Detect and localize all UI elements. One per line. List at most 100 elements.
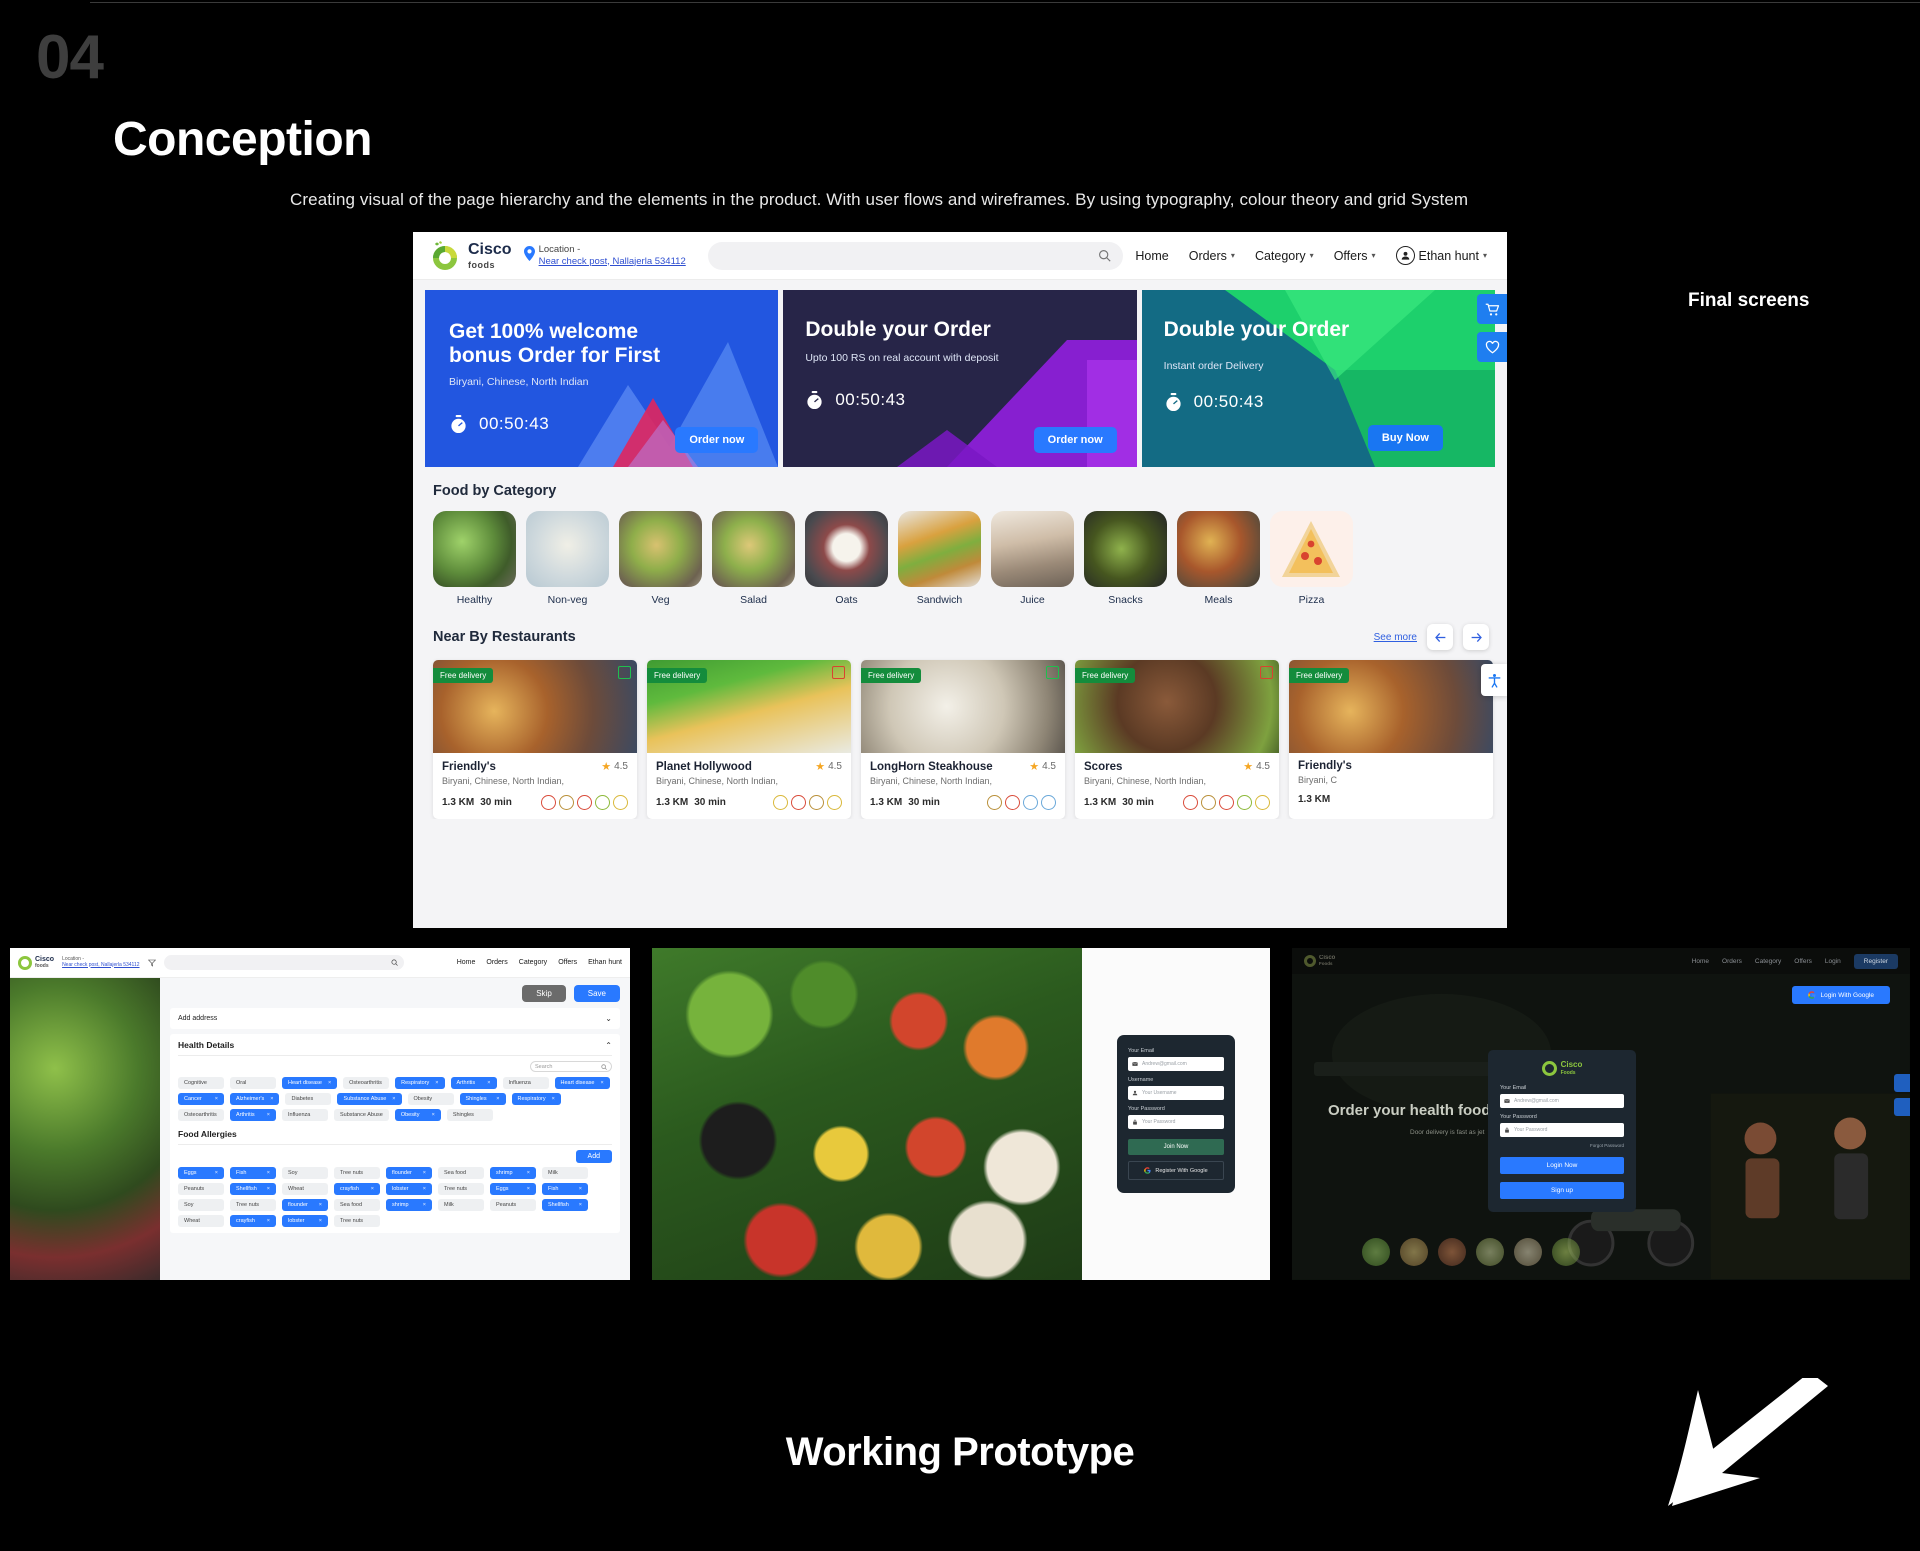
health-chip[interactable]: Osteoarthritis	[343, 1077, 390, 1089]
register-button[interactable]: Register	[1853, 953, 1898, 969]
chip-remove-icon[interactable]: ×	[215, 1096, 218, 1102]
nav-item-offers[interactable]: Offers ▾	[1334, 249, 1376, 263]
forgot-password-link[interactable]: Forgot Password	[1500, 1143, 1624, 1148]
chip-remove-icon[interactable]: ×	[328, 1080, 331, 1086]
category-item-sandwich[interactable]: Sandwich	[898, 511, 981, 606]
nav-item-offers[interactable]: Offers	[1794, 958, 1812, 965]
allergy-chip[interactable]: flounder ×	[386, 1167, 432, 1179]
location-value[interactable]: Near check post, Nallajerla 534112	[62, 962, 139, 969]
health-chip[interactable]: Substance Abuse	[334, 1109, 389, 1121]
password-field[interactable]: Your Password	[1500, 1123, 1624, 1137]
chip-remove-icon[interactable]: ×	[270, 1096, 273, 1102]
allergy-chip[interactable]: flounder ×	[282, 1199, 328, 1211]
user-menu[interactable]: Ethan hunt ▾	[1395, 246, 1487, 265]
banner-cta-button[interactable]: Buy Now	[1367, 425, 1443, 451]
restaurant-card[interactable]: Free delivery Friendly's Biryani, C 1.3 …	[1289, 660, 1493, 819]
health-chip[interactable]: Cognitive	[178, 1077, 224, 1089]
health-chip[interactable]: Cancer ×	[178, 1093, 224, 1105]
login-with-google-button[interactable]: Login With Google	[1791, 986, 1890, 1004]
restaurant-card[interactable]: Free delivery Scores ★ 4.5 Biryani, Chine…	[1075, 660, 1279, 819]
category-item-veg[interactable]: Veg	[619, 511, 702, 606]
health-chip[interactable]: Substance Abuse ×	[337, 1093, 402, 1105]
email-field[interactable]: Andrew@gmail.com	[1128, 1057, 1224, 1071]
allergy-chip[interactable]: crayfish ×	[334, 1183, 380, 1195]
user-menu[interactable]: Ethan hunt	[588, 959, 622, 966]
allergy-chip[interactable]: Eggs ×	[490, 1183, 536, 1195]
chip-remove-icon[interactable]: ×	[423, 1202, 426, 1208]
category-thumbnail[interactable]	[1514, 1238, 1542, 1266]
banner-cta-button[interactable]: Order now	[1033, 427, 1117, 453]
nav-item-home[interactable]: Home	[1692, 958, 1709, 965]
health-chip[interactable]: Arthritis ×	[230, 1109, 276, 1121]
allergy-chip[interactable]: Milk	[438, 1199, 484, 1211]
allergy-chip[interactable]: Eggs ×	[178, 1167, 224, 1179]
allergy-chip[interactable]: Soy	[178, 1199, 224, 1211]
allergy-chip[interactable]: shrimp ×	[386, 1199, 432, 1211]
health-chip[interactable]: Respiratory ×	[511, 1093, 561, 1105]
cart-button[interactable]	[1477, 294, 1507, 324]
see-more-link[interactable]: See more	[1374, 632, 1417, 643]
hero-search-input[interactable]	[1314, 1062, 1504, 1076]
brand-logo[interactable]: Cisco foods	[18, 955, 54, 970]
wishlist-button[interactable]	[1894, 1098, 1910, 1116]
banner-cta-button[interactable]: Order now	[675, 427, 759, 453]
promo-banner-double-order-deposit[interactable]: Double your Order Upto 100 RS on real ac…	[783, 290, 1137, 467]
nav-item-orders[interactable]: Orders	[486, 959, 507, 966]
login-now-button[interactable]: Login Now	[1500, 1157, 1624, 1174]
register-with-google-button[interactable]: Register With Google	[1128, 1161, 1224, 1180]
allergy-chip[interactable]: Sea food	[438, 1167, 484, 1179]
allergy-chip[interactable]: shrimp ×	[490, 1167, 536, 1179]
add-button[interactable]: Add	[575, 1150, 612, 1163]
nav-item-login[interactable]: Login	[1825, 958, 1841, 965]
chip-remove-icon[interactable]: ×	[267, 1218, 270, 1224]
category-thumbnail[interactable]	[1552, 1238, 1580, 1266]
category-thumbnail[interactable]	[1362, 1238, 1390, 1266]
allergy-chip[interactable]: lobster ×	[282, 1215, 328, 1227]
allergy-chip[interactable]: Tree nuts	[334, 1215, 380, 1227]
chip-remove-icon[interactable]: ×	[392, 1096, 395, 1102]
nav-item-orders[interactable]: Orders	[1722, 958, 1742, 965]
health-search-input[interactable]: Search	[530, 1061, 612, 1072]
promo-banner-welcome-bonus[interactable]: Get 100% welcome bonus Order for First B…	[425, 290, 779, 467]
location-selector[interactable]: Location - Near check post, Nallajerla 5…	[523, 244, 686, 268]
brand-logo[interactable]: Cisco foods	[429, 240, 512, 272]
chevron-up-icon[interactable]: ⌃	[605, 1041, 612, 1050]
health-chip[interactable]: Respiratory ×	[395, 1077, 445, 1089]
allergy-chip[interactable]: Wheat	[178, 1215, 224, 1227]
save-button[interactable]: Save	[573, 985, 620, 1002]
chip-remove-icon[interactable]: ×	[435, 1080, 438, 1086]
filter-icon[interactable]	[147, 954, 156, 972]
join-now-button[interactable]: Join Now	[1128, 1139, 1224, 1155]
category-thumbnail[interactable]	[1400, 1238, 1428, 1266]
allergy-chip[interactable]: lobster ×	[386, 1183, 432, 1195]
search-input[interactable]	[707, 241, 1124, 270]
chip-remove-icon[interactable]: ×	[371, 1186, 374, 1192]
promo-banner-instant-delivery[interactable]: Double your Order Instant order Delivery…	[1141, 290, 1495, 467]
chip-remove-icon[interactable]: ×	[215, 1170, 218, 1176]
chip-remove-icon[interactable]: ×	[432, 1112, 435, 1118]
chip-remove-icon[interactable]: ×	[527, 1186, 530, 1192]
chip-remove-icon[interactable]: ×	[267, 1112, 270, 1118]
allergy-chip[interactable]: Tree nuts	[230, 1199, 276, 1211]
chip-remove-icon[interactable]: ×	[319, 1202, 322, 1208]
allergy-chip[interactable]: Soy	[282, 1167, 328, 1179]
chip-remove-icon[interactable]: ×	[552, 1096, 555, 1102]
username-field[interactable]: Your Username	[1128, 1086, 1224, 1100]
allergy-chip[interactable]: Sea food	[334, 1199, 380, 1211]
chip-remove-icon[interactable]: ×	[267, 1186, 270, 1192]
accessibility-button[interactable]	[1481, 664, 1507, 696]
chip-remove-icon[interactable]: ×	[267, 1170, 270, 1176]
allergy-chip[interactable]: crayfish ×	[230, 1215, 276, 1227]
allergy-chip[interactable]: Tree nuts	[334, 1167, 380, 1179]
health-chip[interactable]: Influenza	[282, 1109, 328, 1121]
category-thumbnail[interactable]	[1438, 1238, 1466, 1266]
health-chip[interactable]: Heart disease ×	[554, 1077, 610, 1089]
category-item-oats[interactable]: Oats	[805, 511, 888, 606]
nav-item-category[interactable]: Category	[519, 959, 547, 966]
health-chip[interactable]: Oral	[230, 1077, 276, 1089]
allergy-chip[interactable]: Peanuts	[178, 1183, 224, 1195]
carousel-next-button[interactable]	[1463, 624, 1489, 650]
search-input[interactable]	[163, 955, 404, 970]
location-value[interactable]: Near check post, Nallajerla 534112	[539, 256, 686, 268]
category-item-salad[interactable]: Salad	[712, 511, 795, 606]
